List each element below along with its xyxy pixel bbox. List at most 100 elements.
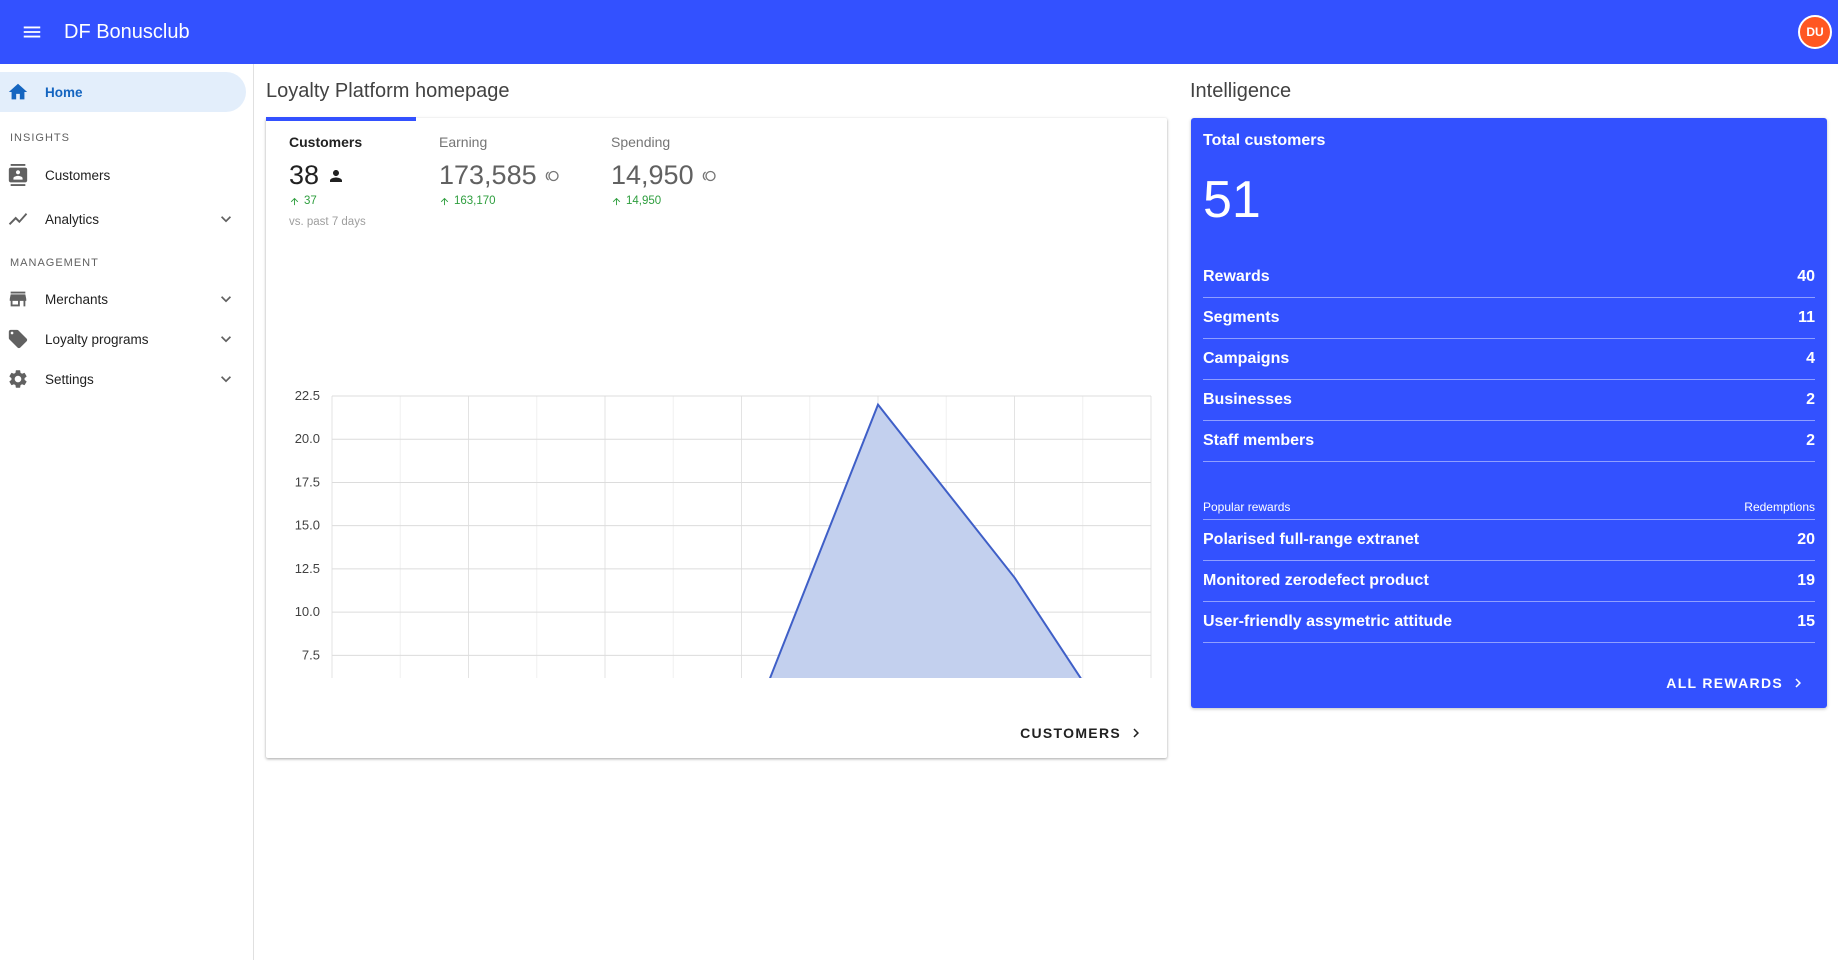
stat-delta: 14,950 [611,195,661,207]
total-customers-label: Total customers [1203,132,1326,149]
sidebar-item-merchants[interactable]: Merchants [0,279,246,319]
sidebar-item-label: Customers [45,167,111,183]
row-label: Rewards [1203,268,1270,285]
reward-row[interactable]: Polarised full-range extranet 20 [1203,520,1815,561]
intel-row-campaigns: Campaigns 4 [1203,339,1815,380]
y-tick-label: 10.0 [295,604,320,619]
sidebar-item-label: Home [45,84,83,100]
row-label: Campaigns [1203,350,1290,367]
gear-icon [6,367,30,391]
contacts-icon [6,163,30,187]
chevron-down-icon[interactable] [216,209,236,229]
intel-row-businesses: Businesses 2 [1203,380,1815,421]
stats-card: Customers 38 37 Earning 173,585 163,170 … [266,117,1167,758]
hamburger-icon [23,26,41,38]
tag-icon [6,327,30,351]
reward-redemptions: 15 [1797,613,1815,630]
y-tick-label: 12.5 [295,561,320,576]
coins-icon [545,170,559,181]
stat-value: 38 [289,160,345,191]
arrow-up-icon [440,197,449,205]
intel-row-rewards: Rewards 40 [1203,257,1815,298]
y-tick-label: 20.0 [295,431,320,446]
popular-rewards-header: Popular rewards Redemptions [1203,494,1815,520]
intelligence-title: Intelligence [1190,80,1292,102]
row-value: 4 [1806,350,1815,367]
delta-value: 37 [304,195,317,207]
sidebar-item-customers[interactable]: Customers [0,155,246,195]
page-title: Loyalty Platform homepage [266,80,510,102]
row-label: Segments [1203,309,1280,326]
sidebar-item-label: Settings [45,371,94,387]
stat-label: Spending [611,134,671,150]
app-title: DF Bonusclub [64,20,190,43]
reward-name: Monitored zerodefect product [1203,572,1429,589]
reward-redemptions: 19 [1797,572,1815,589]
customers-link-button[interactable]: CUSTOMERS [1020,724,1145,742]
row-label: Staff members [1203,432,1315,449]
chevron-down-icon[interactable] [216,329,236,349]
chevron-right-icon [1795,678,1801,688]
earning-value: 173,585 [439,160,537,190]
store-icon [6,287,30,311]
section-label-management: MANAGEMENT [10,257,99,269]
sidebar: Home INSIGHTS Customers Analytics MANAGE… [0,64,254,960]
reward-name: User-friendly assymetric attitude [1203,613,1452,630]
section-label-insights: INSIGHTS [10,132,70,144]
comparison-note: vs. past 7 days [289,216,366,228]
customers-area-chart: 0.02.55.07.510.012.515.017.520.022.5Mar … [295,388,1152,678]
customers-value: 38 [289,160,320,190]
row-value: 11 [1798,309,1815,326]
row-value: 2 [1806,432,1815,449]
popular-rewards-label: Popular rewards [1203,499,1291,514]
redemptions-label: Redemptions [1744,499,1815,514]
customers-link-label: CUSTOMERS [1020,725,1121,741]
delta-value: 14,950 [626,195,662,207]
stat-delta: 163,170 [439,195,496,207]
sidebar-item-label: Loyalty programs [45,331,149,347]
sidebar-item-loyalty-programs[interactable]: Loyalty programs [0,319,246,359]
stat-label: Customers [289,134,363,150]
app-bar: DF Bonusclub DU [0,0,1838,64]
delta-value: 163,170 [454,195,496,207]
active-tab-indicator [266,117,416,121]
trending-icon [6,207,30,231]
home-icon [6,80,30,104]
y-tick-label: 15.0 [295,518,320,533]
y-tick-label: 7.5 [302,647,320,662]
row-value: 2 [1806,391,1815,408]
sidebar-item-label: Merchants [45,291,109,307]
all-rewards-label: ALL REWARDS [1666,675,1783,691]
reward-row[interactable]: User-friendly assymetric attitude 15 [1203,602,1815,643]
arrow-up-icon [290,197,299,205]
chevron-right-icon [1133,728,1139,738]
sidebar-item-settings[interactable]: Settings [0,359,246,399]
reward-row[interactable]: Monitored zerodefect product 19 [1203,561,1815,602]
reward-redemptions: 20 [1797,531,1815,548]
y-tick-label: 17.5 [295,474,320,489]
person-icon [330,169,343,182]
row-label: Businesses [1203,391,1292,408]
menu-button[interactable] [0,0,64,64]
reward-name: Polarised full-range extranet [1203,531,1420,548]
chevron-down-icon[interactable] [216,369,236,389]
sidebar-item-analytics[interactable]: Analytics [0,199,246,239]
row-value: 40 [1797,268,1815,285]
sidebar-item-home[interactable]: Home [0,72,246,112]
coins-icon [702,170,716,181]
chevron-down-icon[interactable] [216,289,236,309]
intelligence-card: Total customers 51 Rewards 40 Segments 1… [1191,118,1827,708]
y-tick-label: 22.5 [295,388,320,403]
sidebar-item-label: Analytics [45,211,100,227]
total-customers-value: 51 [1203,171,1261,229]
stat-value: 173,585 [439,160,561,191]
arrow-up-icon [612,197,621,205]
all-rewards-button[interactable]: ALL REWARDS [1666,674,1807,692]
avatar[interactable]: DU [1798,15,1832,49]
intel-row-staff-members: Staff members 2 [1203,421,1815,462]
stat-delta: 37 [289,195,317,207]
stat-label: Earning [439,134,488,150]
spending-value: 14,950 [611,160,694,190]
stat-value: 14,950 [611,160,718,191]
intel-row-segments: Segments 11 [1203,298,1815,339]
